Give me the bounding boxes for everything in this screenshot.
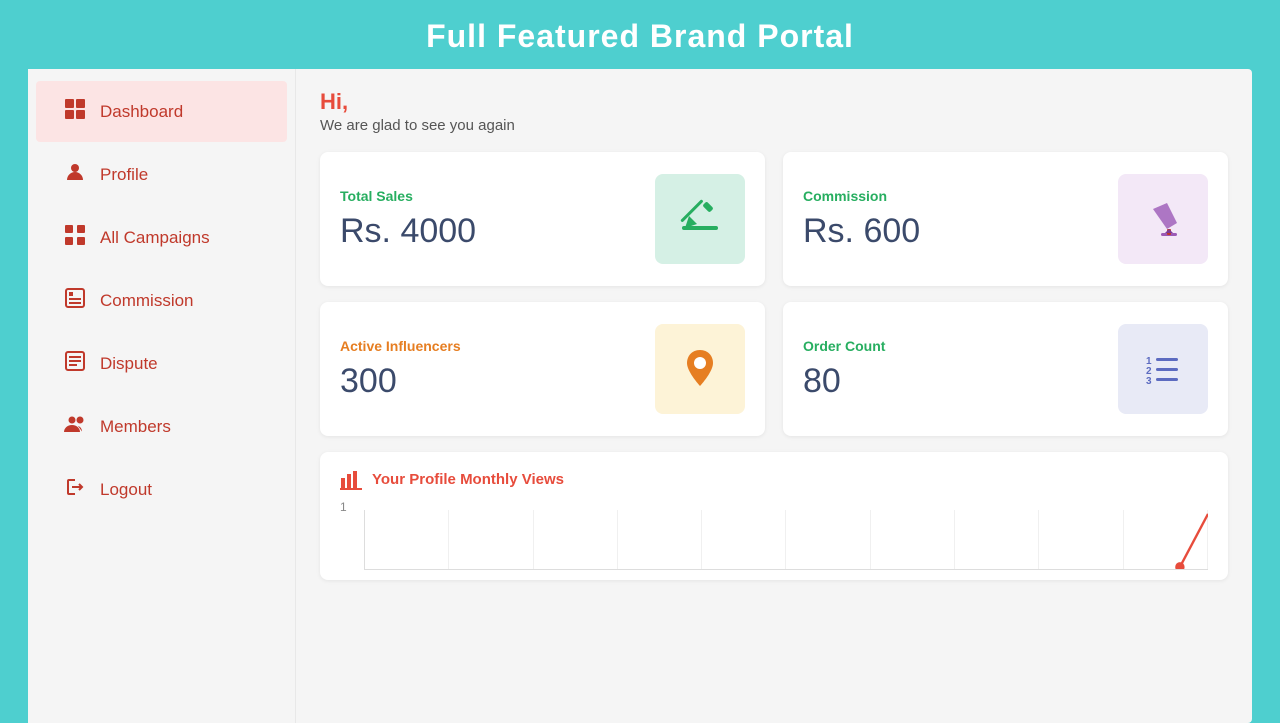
sidebar-item-members[interactable]: Members	[36, 396, 287, 457]
logout-icon	[64, 477, 86, 502]
sidebar-label-dashboard: Dashboard	[100, 102, 183, 122]
sidebar-label-members: Members	[100, 417, 171, 437]
chart-bar-icon	[340, 468, 362, 490]
chart-col-3	[534, 510, 618, 569]
total-sales-label: Total Sales	[340, 188, 476, 204]
commission-label: Commission	[803, 188, 920, 204]
sidebar-item-commission[interactable]: Commission	[36, 270, 287, 331]
sidebar-label-logout: Logout	[100, 480, 152, 500]
chart-y-label: 1	[340, 500, 347, 514]
active-influencers-value: 300	[340, 362, 461, 401]
sidebar-label-campaigns: All Campaigns	[100, 228, 210, 248]
order-icon-box: 1 2 3	[1118, 324, 1208, 414]
chart-grid	[364, 510, 1208, 570]
commission-card: Commission Rs. 600	[783, 152, 1228, 286]
dashboard-icon	[64, 99, 86, 124]
chart-col-5	[702, 510, 786, 569]
active-influencers-info: Active Influencers 300	[340, 338, 461, 401]
campaigns-icon	[64, 225, 86, 250]
page-header: Full Featured Brand Portal	[0, 0, 1280, 69]
chart-col-10	[1124, 510, 1208, 569]
sidebar-item-dashboard[interactable]: Dashboard	[36, 81, 287, 142]
pencil-purple-icon	[1139, 195, 1187, 243]
chart-title-row: Your Profile Monthly Views	[340, 468, 1208, 490]
header-title: Full Featured Brand Portal	[426, 18, 854, 54]
sidebar-item-dispute[interactable]: Dispute	[36, 333, 287, 394]
chart-section: Your Profile Monthly Views 1	[320, 452, 1228, 580]
commission-icon	[64, 288, 86, 313]
active-influencers-label: Active Influencers	[340, 338, 461, 354]
chart-col-8	[955, 510, 1039, 569]
chart-col-6	[786, 510, 870, 569]
profile-icon	[64, 162, 86, 187]
main-container: Dashboard Profile All Campaigns	[28, 69, 1252, 723]
order-list-icon: 1 2 3	[1140, 346, 1186, 392]
chart-col-4	[618, 510, 702, 569]
sidebar-item-logout[interactable]: Logout	[36, 459, 287, 520]
sidebar-label-commission: Commission	[100, 291, 194, 311]
location-pin-icon	[677, 346, 723, 392]
order-count-card: Order Count 80 1 2 3	[783, 302, 1228, 436]
dispute-icon	[64, 351, 86, 376]
stats-row-1: Total Sales Rs. 4000 Commission Rs. 60	[320, 152, 1228, 286]
influencers-icon-box	[655, 324, 745, 414]
active-influencers-card: Active Influencers 300	[320, 302, 765, 436]
sidebar-label-dispute: Dispute	[100, 354, 158, 374]
commission-icon-box	[1118, 174, 1208, 264]
svg-text:3: 3	[1146, 376, 1152, 387]
commission-info: Commission Rs. 600	[803, 188, 920, 251]
chart-col-7	[871, 510, 955, 569]
sidebar-item-campaigns[interactable]: All Campaigns	[36, 207, 287, 268]
total-sales-card: Total Sales Rs. 4000	[320, 152, 765, 286]
sidebar-label-profile: Profile	[100, 165, 148, 185]
members-icon	[64, 414, 86, 439]
order-count-label: Order Count	[803, 338, 885, 354]
main-content: Hi, We are glad to see you again Total S…	[296, 69, 1252, 723]
total-sales-icon-box	[655, 174, 745, 264]
sidebar-item-profile[interactable]: Profile	[36, 144, 287, 205]
greeting-hi: Hi,	[320, 89, 1228, 115]
commission-value: Rs. 600	[803, 212, 920, 251]
sidebar: Dashboard Profile All Campaigns	[28, 69, 296, 723]
order-count-info: Order Count 80	[803, 338, 885, 401]
total-sales-value: Rs. 4000	[340, 212, 476, 251]
order-count-value: 80	[803, 362, 885, 401]
chart-col-9	[1039, 510, 1123, 569]
chart-area: 1	[340, 500, 1208, 570]
chart-title: Your Profile Monthly Views	[372, 471, 564, 488]
greeting-subtitle: We are glad to see you again	[320, 117, 1228, 134]
edit-green-icon	[677, 196, 723, 242]
stats-row-2: Active Influencers 300 Order Count 80	[320, 302, 1228, 436]
chart-col-1	[365, 510, 449, 569]
chart-col-2	[449, 510, 533, 569]
total-sales-info: Total Sales Rs. 4000	[340, 188, 476, 251]
